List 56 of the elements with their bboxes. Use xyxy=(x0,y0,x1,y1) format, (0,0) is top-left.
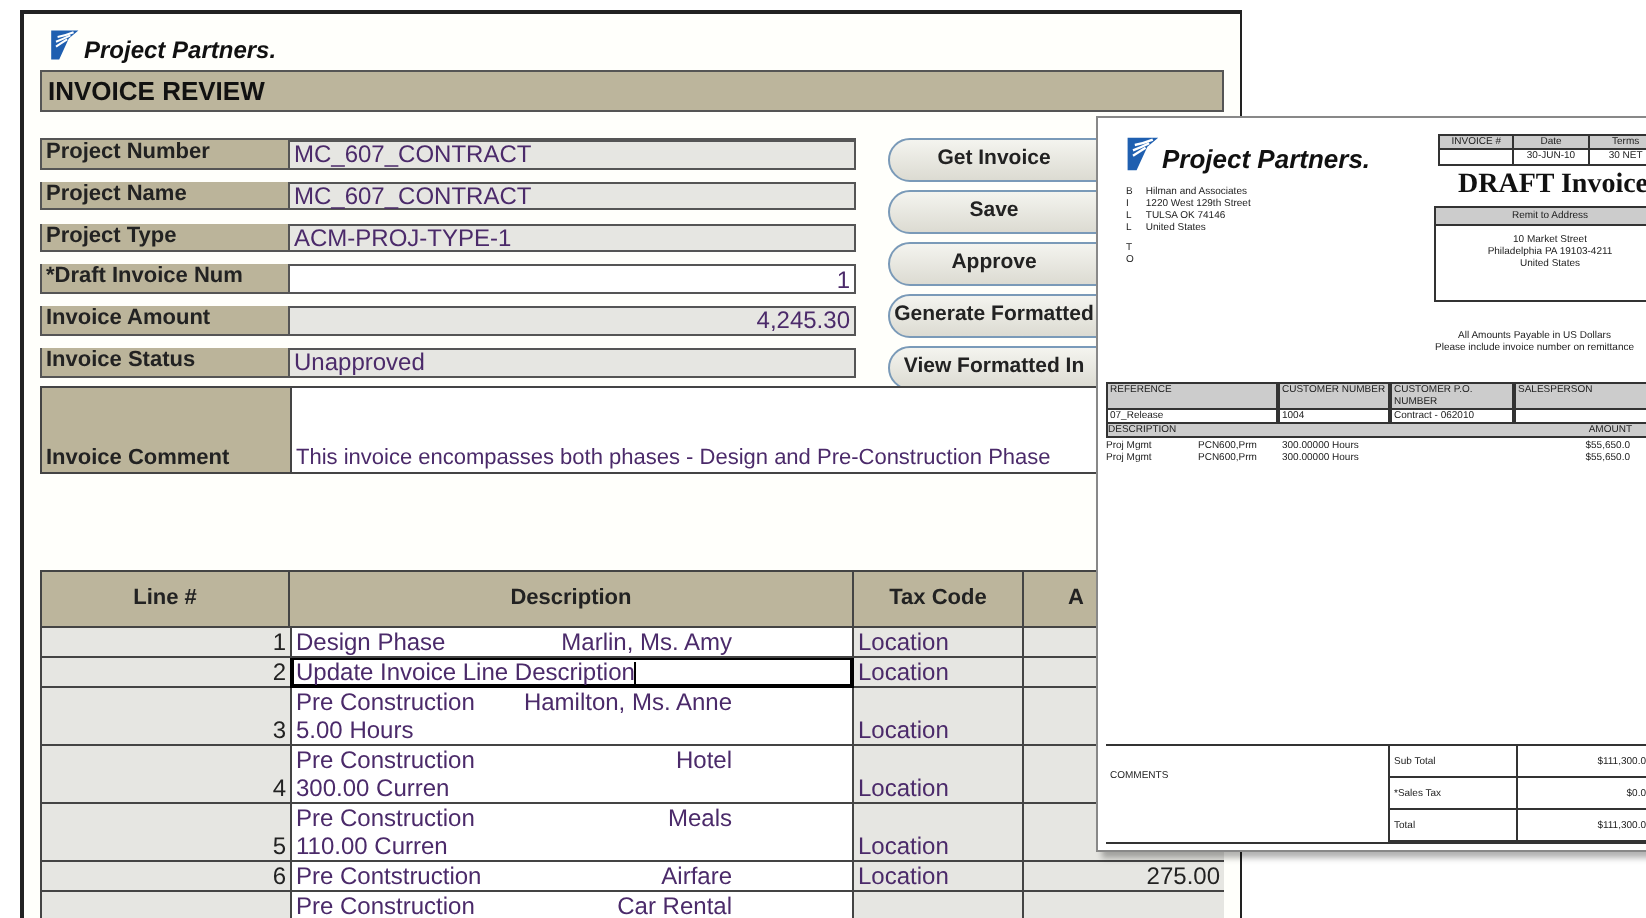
page-title: INVOICE REVIEW xyxy=(40,70,1224,112)
description-text: Car Rental xyxy=(617,892,732,918)
description-text: Pre Construction xyxy=(296,892,475,918)
description-field[interactable]: Update Invoice Line Description xyxy=(290,658,854,688)
column-header: Line # xyxy=(40,572,290,628)
field-label: Invoice Amount xyxy=(40,306,290,336)
line-number-cell: 3 xyxy=(40,688,290,746)
tax-code-cell: Location xyxy=(854,862,1024,892)
field-label: Project Name xyxy=(40,181,290,211)
tax-code-cell: Location xyxy=(854,746,1024,804)
column-header: Description xyxy=(290,572,854,628)
field-value: MC_607_CONTRACT xyxy=(290,181,856,211)
description-field[interactable]: Design Phase Marlin, Ms. Amy xyxy=(290,628,854,658)
field-label: *Draft Invoice Num xyxy=(40,264,290,294)
line-number-cell: 2 xyxy=(40,658,290,688)
description-field[interactable]: Pre Construction Meals 110.00 Curren xyxy=(290,804,854,862)
field-value: Unapproved xyxy=(290,348,856,378)
invoice-number-field[interactable]: 1 xyxy=(290,264,856,294)
column-header: Tax Code xyxy=(854,572,1024,628)
tax-code-cell: Location xyxy=(854,688,1024,746)
line-number-cell: 1 xyxy=(40,628,290,658)
description-text: Pre Construction xyxy=(296,746,475,774)
line-number-cell: 5 xyxy=(40,804,290,862)
description-text: Hamilton, Ms. Anne xyxy=(523,688,732,716)
description-text: Pre Construction xyxy=(296,804,475,832)
description-text: Marlin, Ms. Amy xyxy=(561,628,732,656)
description-text: 300.00 Curren xyxy=(296,774,450,802)
logo-swoosh-icon xyxy=(48,28,80,62)
description-field[interactable]: Pre Contstruction Airfare xyxy=(290,862,854,892)
description-text: Airfare xyxy=(661,862,732,890)
description-text: Pre Construction xyxy=(296,688,475,716)
description-text: Hotel xyxy=(675,746,732,774)
field-label: Project Number xyxy=(40,140,290,169)
field-label: Invoice Status xyxy=(40,348,290,378)
description-field[interactable]: Pre Construction Hotel 300.00 Curren xyxy=(290,746,854,804)
field-label: Project Type xyxy=(40,223,290,253)
logo-text: Project Partners. xyxy=(84,38,277,62)
line-number-cell: 4 xyxy=(40,746,290,804)
description-text: Meals xyxy=(667,804,732,832)
description-text: Pre Contstruction xyxy=(296,862,482,890)
field-value: 4,245.30 xyxy=(290,306,856,336)
line-number-cell: 6 xyxy=(40,862,290,892)
description-text: 5.00 Hours xyxy=(296,716,414,744)
field-value: ACM-PROJ-TYPE-1 xyxy=(290,223,856,253)
description-text: Design Phase xyxy=(296,628,446,656)
tax-code-cell: Location xyxy=(854,658,1024,688)
logo-swoosh-icon xyxy=(1124,134,1160,174)
description-field[interactable]: Pre Construction Car Rental xyxy=(290,892,854,918)
field-value: MC_607_CONTRACT xyxy=(290,140,856,169)
text-cursor xyxy=(634,661,637,686)
tax-code-cell: Location xyxy=(854,804,1024,862)
description-text: Update Invoice Line Description xyxy=(296,658,637,686)
amount-cell: 275.00 xyxy=(1024,862,1224,892)
description-text: 110.00 Curren xyxy=(296,832,448,860)
tax-code-cell: Location xyxy=(854,628,1024,658)
description-field[interactable]: Pre Construction Hamilton, Ms. Anne 5.00 Hours xyxy=(290,688,854,746)
